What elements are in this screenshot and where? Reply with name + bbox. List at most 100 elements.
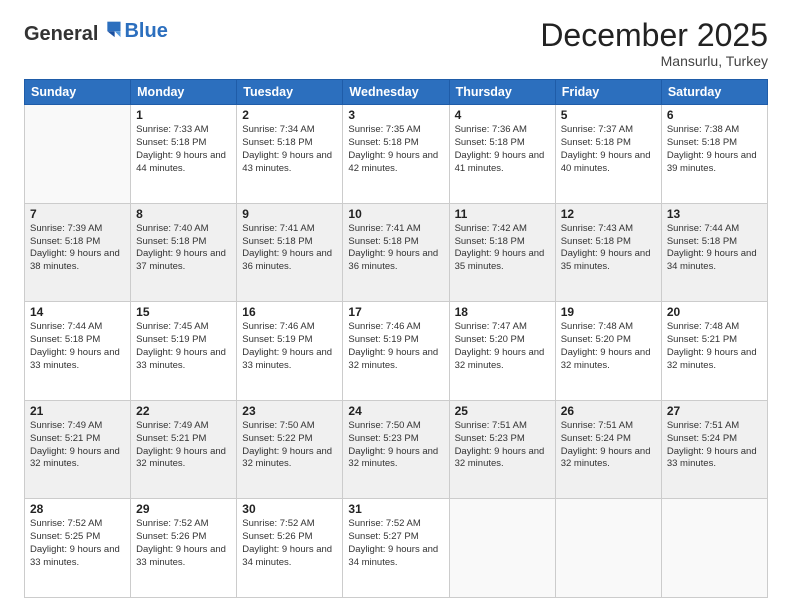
day-cell: 27 Sunrise: 7:51 AM Sunset: 5:24 PM Dayli… [661, 400, 767, 499]
day-cell: 20 Sunrise: 7:48 AM Sunset: 5:21 PM Dayli… [661, 302, 767, 401]
day-info: Sunrise: 7:36 AM Sunset: 5:18 PM Dayligh… [455, 124, 550, 175]
day-cell: 8 Sunrise: 7:40 AM Sunset: 5:18 PM Daylig… [131, 203, 237, 302]
day-cell: 31Sunrise: 7:52 AM Sunset: 5:27 PM Dayli… [343, 499, 449, 598]
day-cell: 6Sunrise: 7:38 AM Sunset: 5:18 PM Daylig… [661, 105, 767, 204]
month-title: December 2025 [540, 18, 768, 53]
day-cell [449, 499, 555, 598]
day-cell: 16 Sunrise: 7:46 AM Sunset: 5:19 PM Dayli… [237, 302, 343, 401]
day-number: 20 [667, 305, 762, 319]
day-info: Sunrise: 7:52 AM Sunset: 5:25 PM Dayligh… [30, 518, 125, 569]
day-info: Sunrise: 7:52 AM Sunset: 5:26 PM Dayligh… [136, 518, 231, 569]
col-sunday: Sunday [25, 80, 131, 105]
day-info: Sunrise: 7:37 AM Sunset: 5:18 PM Dayligh… [561, 124, 656, 175]
day-info: Sunrise: 7:39 AM Sunset: 5:18 PM Dayligh… [30, 223, 125, 274]
day-number: 23 [242, 404, 337, 418]
logo: General Blue [24, 18, 168, 44]
day-cell: 15 Sunrise: 7:45 AM Sunset: 5:19 PM Dayli… [131, 302, 237, 401]
day-info: Sunrise: 7:50 AM Sunset: 5:23 PM Dayligh… [348, 420, 443, 471]
day-info: Sunrise: 7:40 AM Sunset: 5:18 PM Dayligh… [136, 223, 231, 274]
day-cell: 23 Sunrise: 7:50 AM Sunset: 5:22 PM Dayli… [237, 400, 343, 499]
day-cell: 10 Sunrise: 7:41 AM Sunset: 5:18 PM Dayli… [343, 203, 449, 302]
day-number: 2 [242, 108, 337, 122]
page: General Blue December 2025 Mansurlu, Tur… [0, 0, 792, 612]
day-cell: 19 Sunrise: 7:48 AM Sunset: 5:20 PM Dayli… [555, 302, 661, 401]
week-row-1: 7 Sunrise: 7:39 AM Sunset: 5:18 PM Daylig… [25, 203, 768, 302]
day-cell: 2 Sunrise: 7:34 AM Sunset: 5:18 PM Daylig… [237, 105, 343, 204]
col-wednesday: Wednesday [343, 80, 449, 105]
day-info: Sunrise: 7:49 AM Sunset: 5:21 PM Dayligh… [30, 420, 125, 471]
col-monday: Monday [131, 80, 237, 105]
day-cell [25, 105, 131, 204]
day-number: 7 [30, 207, 125, 221]
col-friday: Friday [555, 80, 661, 105]
day-info: Sunrise: 7:33 AM Sunset: 5:18 PM Dayligh… [136, 124, 231, 175]
day-cell: 30 Sunrise: 7:52 AM Sunset: 5:26 PM Dayli… [237, 499, 343, 598]
day-info: Sunrise: 7:50 AM Sunset: 5:22 PM Dayligh… [242, 420, 337, 471]
day-number: 6 [667, 108, 762, 122]
day-cell: 12 Sunrise: 7:43 AM Sunset: 5:18 PM Dayli… [555, 203, 661, 302]
day-info: Sunrise: 7:43 AM Sunset: 5:18 PM Dayligh… [561, 223, 656, 274]
day-cell: 14Sunrise: 7:44 AM Sunset: 5:18 PM Dayli… [25, 302, 131, 401]
day-cell: 1Sunrise: 7:33 AM Sunset: 5:18 PM Daylig… [131, 105, 237, 204]
day-number: 21 [30, 404, 125, 418]
week-row-2: 14Sunrise: 7:44 AM Sunset: 5:18 PM Dayli… [25, 302, 768, 401]
day-info: Sunrise: 7:44 AM Sunset: 5:18 PM Dayligh… [30, 321, 125, 372]
day-info: Sunrise: 7:44 AM Sunset: 5:18 PM Dayligh… [667, 223, 762, 274]
day-info: Sunrise: 7:51 AM Sunset: 5:24 PM Dayligh… [667, 420, 762, 471]
day-info: Sunrise: 7:52 AM Sunset: 5:26 PM Dayligh… [242, 518, 337, 569]
day-cell: 26Sunrise: 7:51 AM Sunset: 5:24 PM Dayli… [555, 400, 661, 499]
day-cell: 9 Sunrise: 7:41 AM Sunset: 5:18 PM Daylig… [237, 203, 343, 302]
calendar: Sunday Monday Tuesday Wednesday Thursday… [24, 79, 768, 598]
day-number: 31 [348, 502, 443, 516]
week-row-3: 21 Sunrise: 7:49 AM Sunset: 5:21 PM Dayli… [25, 400, 768, 499]
day-cell: 29Sunrise: 7:52 AM Sunset: 5:26 PM Dayli… [131, 499, 237, 598]
day-number: 30 [242, 502, 337, 516]
day-cell: 11Sunrise: 7:42 AM Sunset: 5:18 PM Dayli… [449, 203, 555, 302]
day-number: 5 [561, 108, 656, 122]
day-number: 8 [136, 207, 231, 221]
day-info: Sunrise: 7:48 AM Sunset: 5:20 PM Dayligh… [561, 321, 656, 372]
day-info: Sunrise: 7:41 AM Sunset: 5:18 PM Dayligh… [242, 223, 337, 274]
day-number: 15 [136, 305, 231, 319]
day-info: Sunrise: 7:35 AM Sunset: 5:18 PM Dayligh… [348, 124, 443, 175]
day-info: Sunrise: 7:34 AM Sunset: 5:18 PM Dayligh… [242, 124, 337, 175]
day-info: Sunrise: 7:49 AM Sunset: 5:21 PM Dayligh… [136, 420, 231, 471]
day-cell: 22Sunrise: 7:49 AM Sunset: 5:21 PM Dayli… [131, 400, 237, 499]
logo-general-text: General [24, 23, 98, 45]
day-number: 9 [242, 207, 337, 221]
day-cell [661, 499, 767, 598]
location: Mansurlu, Turkey [540, 53, 768, 69]
day-cell: 13Sunrise: 7:44 AM Sunset: 5:18 PM Dayli… [661, 203, 767, 302]
day-number: 25 [455, 404, 550, 418]
day-cell: 18Sunrise: 7:47 AM Sunset: 5:20 PM Dayli… [449, 302, 555, 401]
day-number: 17 [348, 305, 443, 319]
day-number: 10 [348, 207, 443, 221]
day-info: Sunrise: 7:51 AM Sunset: 5:23 PM Dayligh… [455, 420, 550, 471]
header: General Blue December 2025 Mansurlu, Tur… [24, 18, 768, 69]
day-cell: 28Sunrise: 7:52 AM Sunset: 5:25 PM Dayli… [25, 499, 131, 598]
day-info: Sunrise: 7:45 AM Sunset: 5:19 PM Dayligh… [136, 321, 231, 372]
day-cell: 21 Sunrise: 7:49 AM Sunset: 5:21 PM Dayli… [25, 400, 131, 499]
day-number: 27 [667, 404, 762, 418]
week-row-0: 1Sunrise: 7:33 AM Sunset: 5:18 PM Daylig… [25, 105, 768, 204]
day-info: Sunrise: 7:47 AM Sunset: 5:20 PM Dayligh… [455, 321, 550, 372]
col-saturday: Saturday [661, 80, 767, 105]
logo-icon [100, 18, 122, 40]
day-number: 12 [561, 207, 656, 221]
day-cell: 7 Sunrise: 7:39 AM Sunset: 5:18 PM Daylig… [25, 203, 131, 302]
day-number: 19 [561, 305, 656, 319]
day-cell: 5 Sunrise: 7:37 AM Sunset: 5:18 PM Daylig… [555, 105, 661, 204]
day-info: Sunrise: 7:48 AM Sunset: 5:21 PM Dayligh… [667, 321, 762, 372]
day-info: Sunrise: 7:42 AM Sunset: 5:18 PM Dayligh… [455, 223, 550, 274]
day-info: Sunrise: 7:41 AM Sunset: 5:18 PM Dayligh… [348, 223, 443, 274]
title-area: December 2025 Mansurlu, Turkey [540, 18, 768, 69]
day-info: Sunrise: 7:46 AM Sunset: 5:19 PM Dayligh… [348, 321, 443, 372]
day-cell [555, 499, 661, 598]
day-number: 16 [242, 305, 337, 319]
day-number: 24 [348, 404, 443, 418]
day-info: Sunrise: 7:46 AM Sunset: 5:19 PM Dayligh… [242, 321, 337, 372]
day-cell: 17 Sunrise: 7:46 AM Sunset: 5:19 PM Dayli… [343, 302, 449, 401]
day-cell: 4Sunrise: 7:36 AM Sunset: 5:18 PM Daylig… [449, 105, 555, 204]
logo-blue-text: Blue [124, 21, 167, 41]
col-thursday: Thursday [449, 80, 555, 105]
